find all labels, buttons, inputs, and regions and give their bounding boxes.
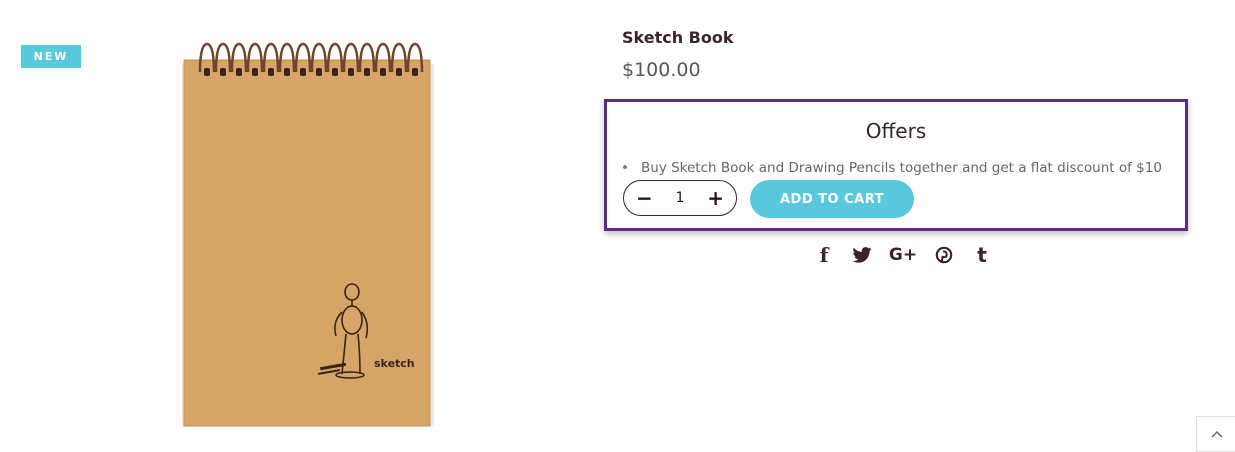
product-price: $100.00 (622, 59, 701, 81)
decrement-button[interactable]: − (636, 188, 653, 208)
facebook-icon[interactable]: f (810, 242, 838, 268)
product-title: Sketch Book (622, 28, 734, 47)
tumblr-glyph: t (977, 243, 987, 267)
quantity-stepper: − 1 + (623, 180, 737, 216)
add-to-cart-button[interactable]: ADD TO CART (750, 180, 914, 218)
offers-heading: Offers (865, 119, 927, 143)
offers-panel: Offers • Buy Sketch Book and Drawing Penc… (604, 99, 1188, 231)
increment-button[interactable]: + (707, 188, 724, 208)
google-plus-icon[interactable]: G+ (886, 242, 920, 268)
quantity-value[interactable]: 1 (676, 190, 685, 206)
offer-list-item: • Buy Sketch Book and Drawing Pencils tog… (621, 160, 1162, 176)
twitter-bird (852, 247, 872, 263)
pinterest-icon[interactable] (930, 242, 958, 268)
bullet-icon: • (621, 160, 629, 176)
product-image[interactable]: sketch (160, 30, 450, 440)
new-badge: NEW (21, 45, 81, 68)
twitter-icon[interactable] (848, 242, 876, 268)
chevron-up-icon (1211, 430, 1223, 438)
social-share-bar: f G+ t (810, 242, 996, 268)
sketch-cover-text: sketch (374, 357, 415, 370)
sketchbook-illustration: sketch (182, 42, 434, 427)
pinterest-glyph (935, 246, 953, 264)
tumblr-icon[interactable]: t (968, 242, 996, 268)
offer-text: Buy Sketch Book and Drawing Pencils toge… (641, 160, 1162, 176)
google-plus-glyph: G+ (888, 245, 918, 265)
facebook-glyph: f (819, 243, 829, 267)
